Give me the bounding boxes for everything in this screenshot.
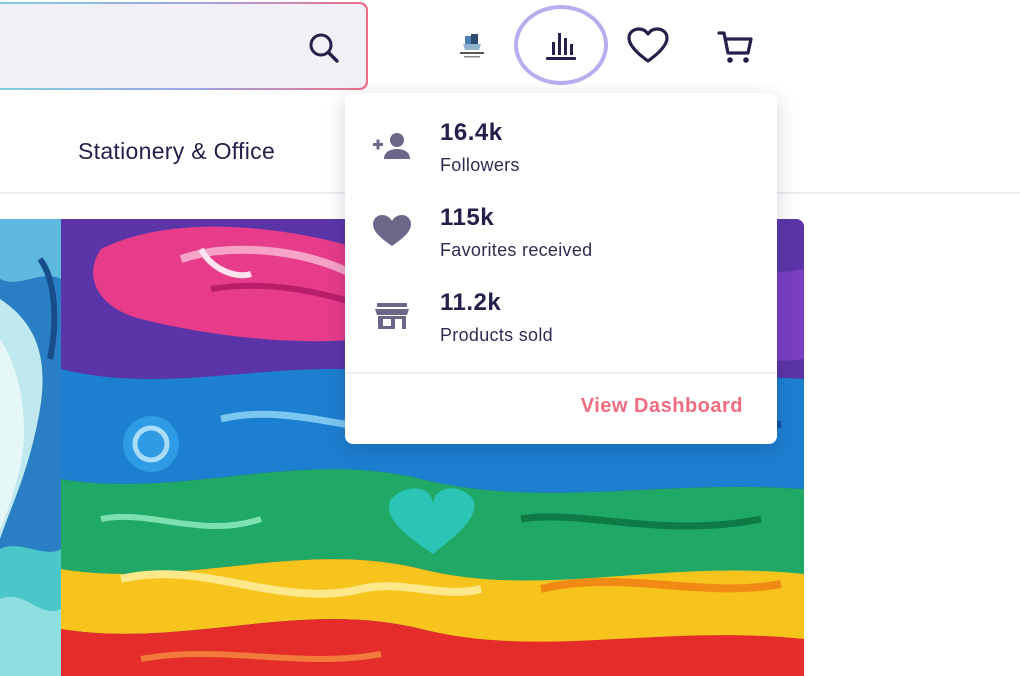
nav-item-stationery-office[interactable]: Stationery & Office bbox=[78, 138, 275, 165]
favorites-button[interactable] bbox=[624, 24, 672, 68]
stats-button[interactable] bbox=[514, 5, 608, 85]
bar-chart-icon bbox=[546, 33, 576, 60]
view-dashboard-link[interactable]: View Dashboard bbox=[581, 395, 743, 418]
stat-favorites-label: Favorites received bbox=[440, 240, 593, 260]
cart-icon bbox=[717, 31, 753, 63]
search-bar bbox=[0, 2, 368, 90]
stat-followers-value: 16.4k bbox=[440, 119, 503, 146]
stat-products-label: Products sold bbox=[440, 325, 553, 345]
stat-favorites: 115k Favorites received bbox=[345, 204, 777, 274]
search-icon bbox=[309, 33, 339, 63]
stat-favorites-icon-wrap bbox=[371, 212, 413, 250]
stat-products-value: 11.2k bbox=[440, 289, 502, 316]
shop-logo[interactable] bbox=[452, 32, 492, 62]
stat-products-sold: 11.2k Products sold bbox=[345, 289, 777, 359]
heart-filled-icon bbox=[373, 215, 411, 246]
search-field-container bbox=[0, 4, 366, 88]
store-icon bbox=[375, 303, 409, 329]
cart-button[interactable] bbox=[712, 24, 758, 68]
stats-panel-divider bbox=[345, 372, 777, 374]
heart-outline-icon bbox=[627, 27, 669, 63]
search-button[interactable] bbox=[304, 30, 344, 66]
stat-products-icon-wrap bbox=[371, 297, 413, 335]
stat-followers-label: Followers bbox=[440, 155, 520, 175]
add-follower-icon bbox=[373, 133, 410, 159]
page: Stationery & Office 16.4k Followers 115k… bbox=[0, 0, 1020, 676]
shop-logo-icon bbox=[460, 34, 484, 58]
artwork-thumbnail-partial[interactable] bbox=[0, 219, 61, 676]
search-input[interactable] bbox=[2, 4, 272, 88]
stats-dropdown: 16.4k Followers 115k Favorites received bbox=[345, 93, 777, 444]
artwork-left-image bbox=[0, 219, 61, 676]
stat-followers: 16.4k Followers bbox=[345, 119, 777, 189]
stat-favorites-value: 115k bbox=[440, 204, 495, 231]
stat-followers-icon-wrap bbox=[371, 127, 413, 165]
